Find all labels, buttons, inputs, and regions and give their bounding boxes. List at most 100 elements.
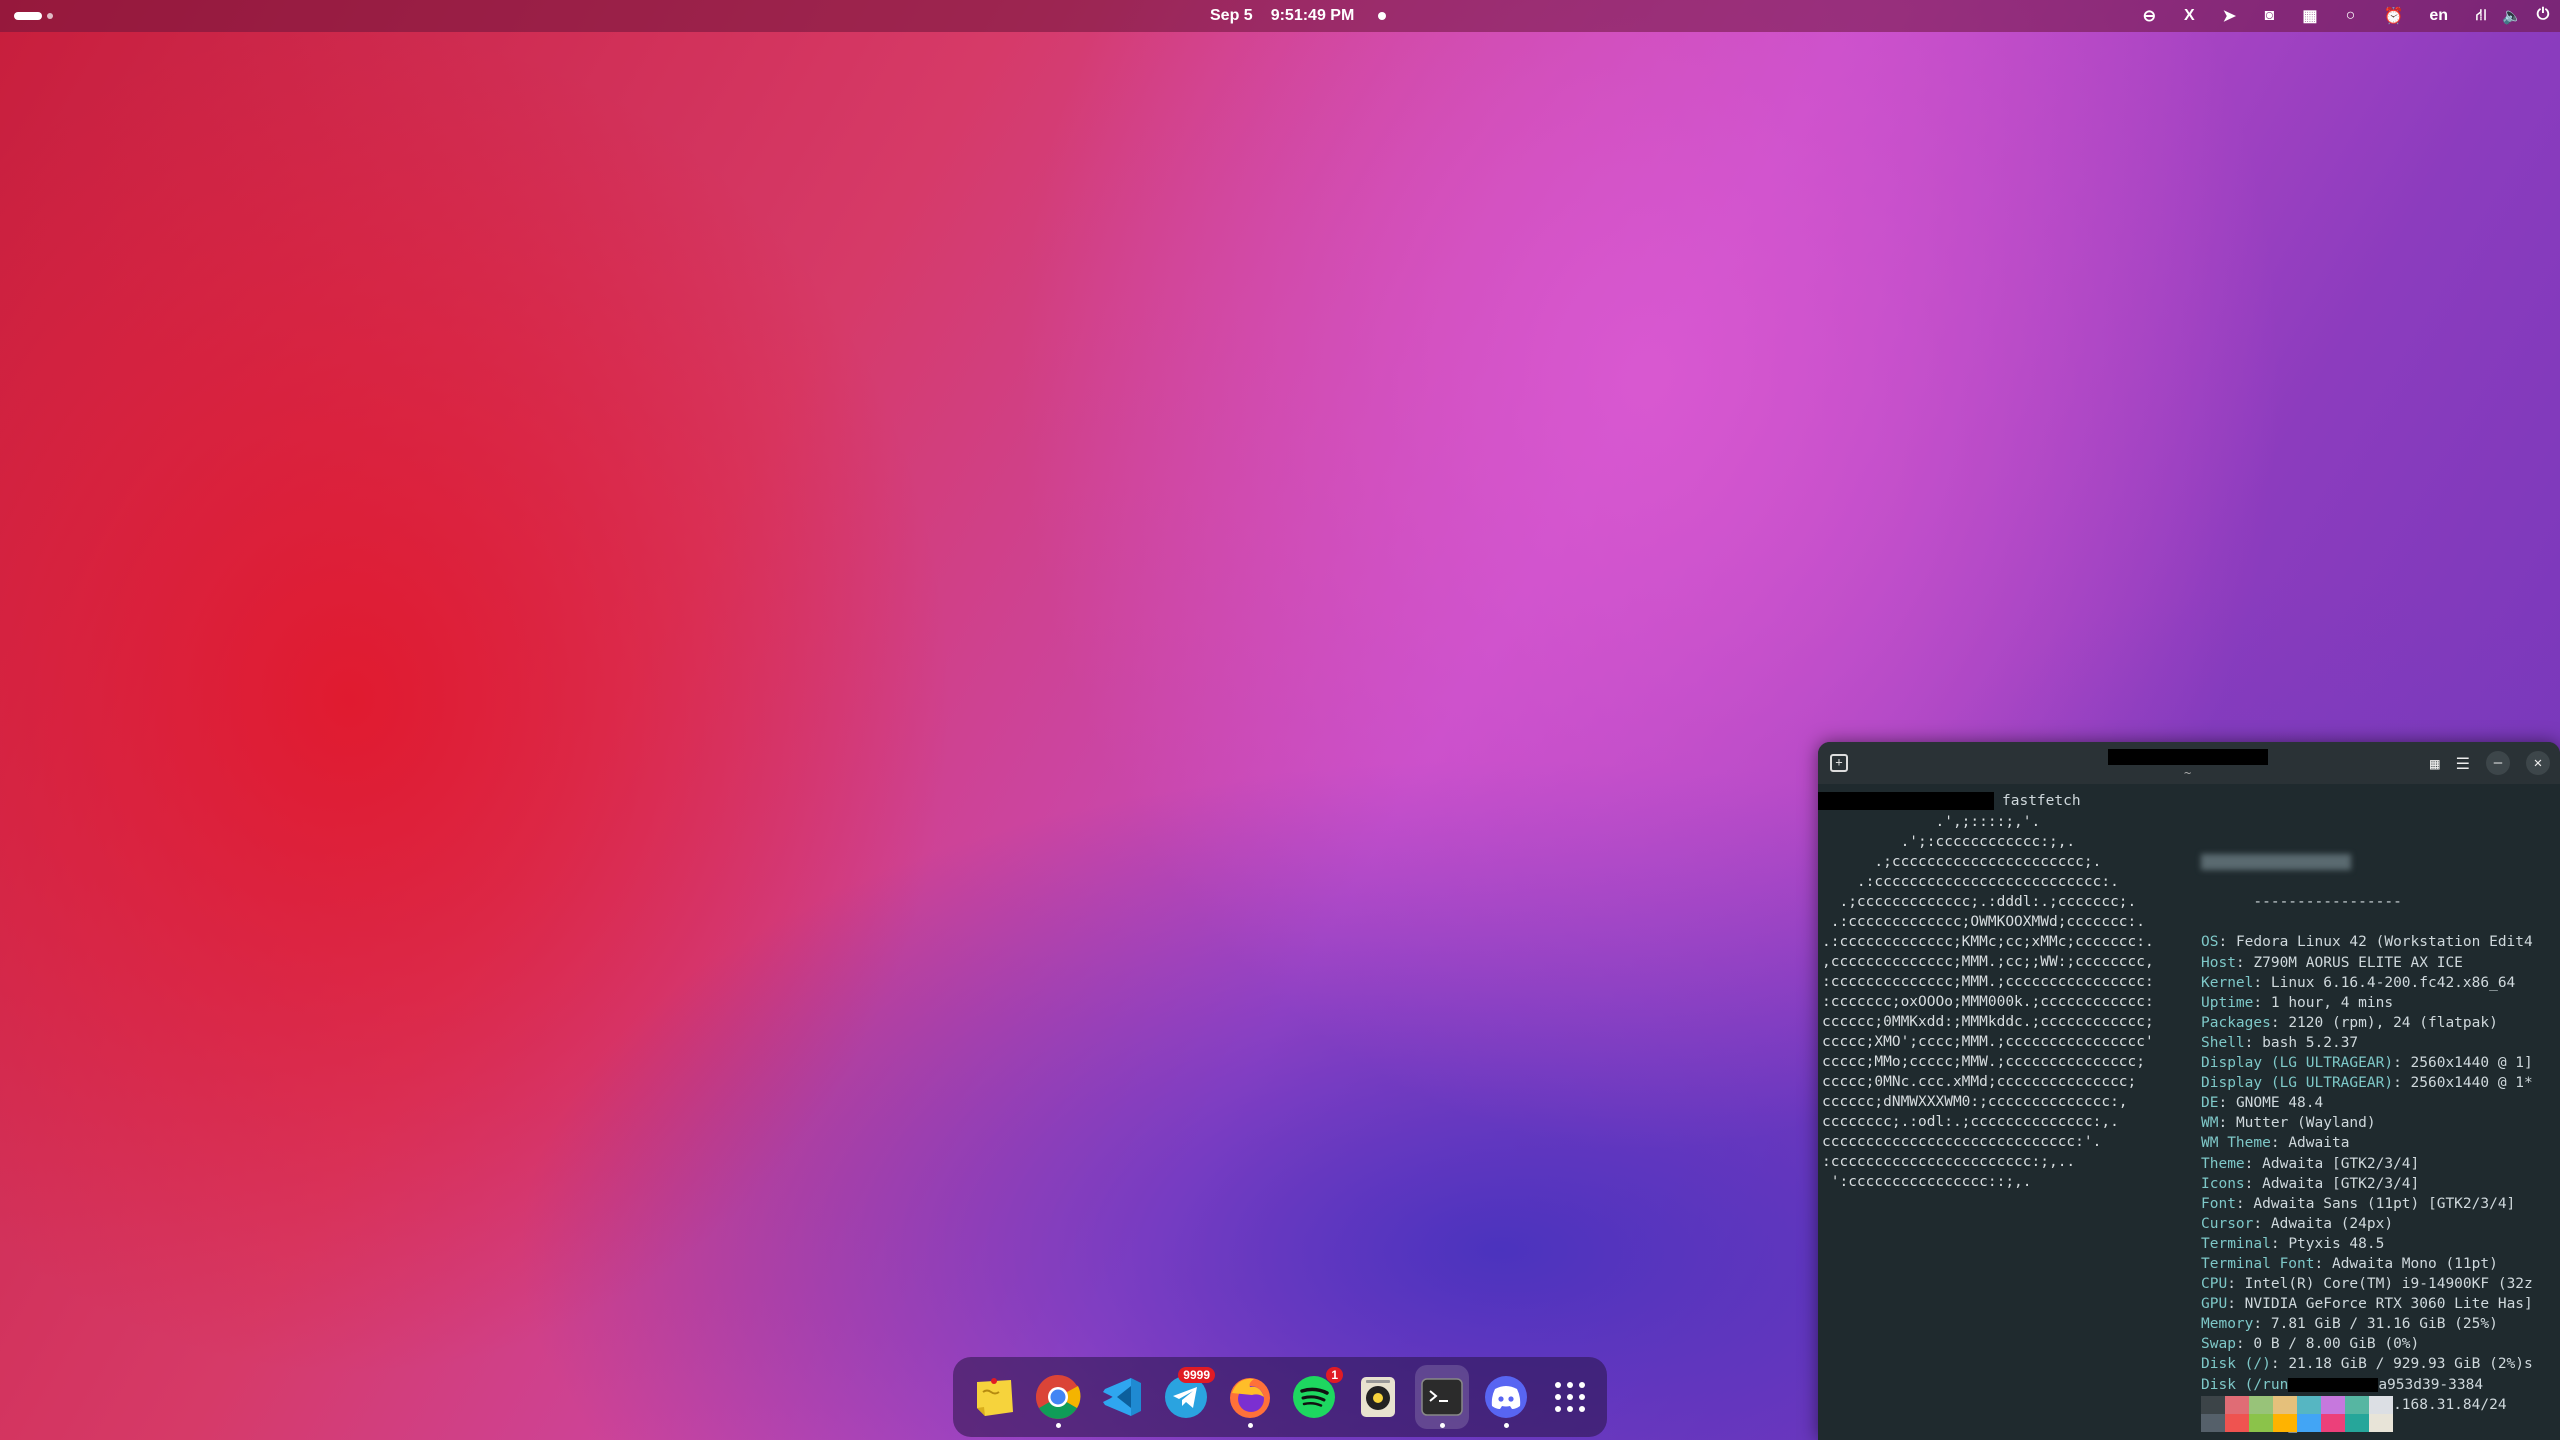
close-button[interactable]: ✕ (2526, 751, 2550, 775)
info-key: Swap (2201, 1336, 2236, 1353)
sticky-notes-icon (977, 1378, 1013, 1416)
info-colon: : (2270, 1356, 2289, 1373)
new-tab-icon[interactable]: + (1830, 754, 1848, 772)
info-key: Terminal (2201, 1235, 2271, 1252)
minimize-button[interactable]: – (2486, 751, 2510, 775)
grid-tray-icon[interactable]: ▦ (2302, 6, 2317, 26)
dock-chrome[interactable] (1031, 1365, 1085, 1429)
redacted-prompt (1818, 792, 1994, 810)
user-host-blurred (2201, 854, 2351, 871)
info-value: 2560x1440 @ 1] (2410, 1055, 2533, 1072)
dock-rhythmbox[interactable] (1351, 1365, 1405, 1429)
info-value: 7.81 GiB / 31.16 GiB (25%) (2270, 1316, 2498, 1333)
terminal-icon (1421, 1378, 1463, 1416)
info-row: Swap: 0 B / 8.00 GiB (0%) (2201, 1334, 2533, 1354)
terminal-window[interactable]: + ~ ▦ ☰ – ✕ fastfetch .',;::::;,'. .';:c… (1818, 742, 2560, 1440)
logo-line: .;ccccccccccccc;.:dddl:.;ccccccc;. (1822, 894, 2137, 910)
info-colon: : (2393, 1075, 2411, 1092)
language-indicator[interactable]: en (2429, 7, 2448, 25)
color-swatch (2225, 1396, 2249, 1414)
circle-tray-icon[interactable]: ○ (2343, 7, 2357, 25)
info-row: OS: Fedora Linux 42 (Workstation Edit4 (2201, 932, 2533, 952)
dock-terminal[interactable] (1415, 1365, 1469, 1429)
info-colon: : (2244, 1175, 2263, 1192)
info-row: Icons: Adwaita [GTK2/3/4] (2201, 1174, 2533, 1194)
logo-line: ccccc;XMO';cccc;MMM.;cccccccccccccccc' (1822, 1034, 2154, 1050)
terminal-headerbar[interactable]: + ~ ▦ ☰ – ✕ (1818, 742, 2560, 784)
info-colon: : (2218, 1115, 2236, 1132)
info-row: Memory: 7.81 GiB / 31.16 GiB (25%) (2201, 1314, 2533, 1334)
info-value: bash 5.2.37 (2262, 1034, 2359, 1051)
dock-discord[interactable] (1479, 1365, 1533, 1429)
info-colon: : (2393, 1055, 2411, 1072)
activities-indicator[interactable] (14, 12, 53, 20)
info-value: Adwaita (2288, 1135, 2350, 1152)
info-key: Uptime (2201, 994, 2254, 1011)
separator-line: ----------------- (2253, 894, 2402, 911)
info-row: Kernel: Linux 6.16.4-200.fc42.x86_64 (2201, 973, 2533, 993)
workspace-inactive[interactable] (47, 13, 53, 19)
info-value: a953d39-3384 (2378, 1376, 2484, 1393)
command-text: fastfetch (2002, 793, 2081, 809)
discord-icon (1485, 1376, 1527, 1418)
color-palette (2201, 1396, 2393, 1432)
info-colon: : (2227, 1276, 2245, 1293)
logo-line: ccccccccccccccccccccccccccccc:'. (1822, 1134, 2102, 1150)
info-colon: : (2314, 1255, 2332, 1272)
color-swatch (2297, 1396, 2321, 1414)
dock-spotify[interactable]: 1 (1287, 1365, 1343, 1429)
logo-line: ccccc;MMo;ccccc;MMW.;ccccccccccccccc; (1822, 1054, 2146, 1070)
info-value: Adwaita Sans (11pt) [GTK2/3/4] (2253, 1195, 2516, 1212)
info-colon: : (2270, 1014, 2289, 1031)
workspace-active[interactable] (14, 12, 42, 20)
x-tray-label[interactable]: X (2182, 7, 2196, 25)
command-prompt-line: fastfetch (1818, 792, 2081, 810)
dock-firefox[interactable] (1223, 1365, 1277, 1429)
menu-icon[interactable]: ☰ (2456, 754, 2470, 773)
network-icon: ⛙ (2475, 7, 2487, 24)
chrome-icon (1036, 1375, 1081, 1419)
clock-button[interactable]: Sep 5 9:51:49 PM (1210, 7, 1387, 25)
info-key: OS (2201, 934, 2219, 951)
color-swatch (2201, 1396, 2225, 1414)
dock-show-apps[interactable] (1543, 1365, 1597, 1429)
logo-line: cccccc;0MMKxdd:;MMMkddc.;cccccccccccc; (1822, 1014, 2154, 1030)
info-row: Font: Adwaita Sans (11pt) [GTK2/3/4] (2201, 1194, 2533, 1214)
info-key: Disk (/run (2201, 1376, 2289, 1393)
info-key: Display (LG ULTRAGEAR) (2201, 1075, 2394, 1092)
do-not-disturb-icon[interactable]: ⊖ (2142, 6, 2156, 26)
info-row: Disk (/run a953d39-3384 (2201, 1375, 2533, 1395)
info-value: Mutter (Wayland) (2235, 1115, 2376, 1132)
info-value: 2560x1440 @ 1* (2410, 1075, 2533, 1092)
info-value: Adwaita (24px) (2270, 1215, 2394, 1232)
info-row: Display (LG ULTRAGEAR): 2560x1440 @ 1] (2201, 1053, 2533, 1073)
notification-badge: 9999 (1178, 1367, 1215, 1383)
info-colon: : (2270, 1235, 2289, 1252)
info-value: Intel(R) Core(TM) i9-14900KF (32z (2244, 1276, 2533, 1293)
alarm-clock-icon[interactable]: ⏰ (2383, 6, 2403, 26)
dock-telegram[interactable]: 9999 (1159, 1365, 1215, 1429)
running-indicator (1440, 1423, 1445, 1428)
info-key: Theme (2201, 1155, 2245, 1172)
telegram-tray-icon[interactable]: ➤ (2222, 6, 2236, 26)
dock-sticky-notes[interactable] (967, 1365, 1021, 1429)
system-menu-button[interactable]: ⛙ 🔈 ⏻ (2474, 6, 2550, 26)
logo-line: ':cccccccccccccccc::;,. (1822, 1174, 2032, 1190)
logo-line: .;cccccccccccccccccccccc;. (1822, 854, 2102, 870)
info-key: Cursor (2201, 1215, 2254, 1232)
info-row: Terminal: Ptyxis 48.5 (2201, 1234, 2533, 1254)
dock-vscode[interactable] (1095, 1365, 1149, 1429)
info-colon: : (2235, 954, 2254, 971)
info-key: Display (LG ULTRAGEAR) (2201, 1055, 2394, 1072)
redacted-path (2288, 1377, 2379, 1392)
info-value: 21.18 GiB / 929.93 GiB (2%)s (2288, 1356, 2533, 1373)
info-row: WM: Mutter (Wayland) (2201, 1113, 2533, 1133)
discord-tray-icon[interactable]: ◙ (2262, 7, 2276, 25)
info-row: Theme: Adwaita [GTK2/3/4] (2201, 1154, 2533, 1174)
color-swatch (2249, 1396, 2273, 1414)
app-grid-icon (1555, 1382, 1585, 1412)
running-indicator (1248, 1423, 1253, 1428)
color-swatch (2201, 1414, 2225, 1432)
top-bar: Sep 5 9:51:49 PM ⊖ X ➤ ◙ ▦ ○ ⏰ en ⛙ 🔈 ⏻ (0, 0, 2560, 32)
tab-overview-icon[interactable]: ▦ (2430, 754, 2440, 773)
